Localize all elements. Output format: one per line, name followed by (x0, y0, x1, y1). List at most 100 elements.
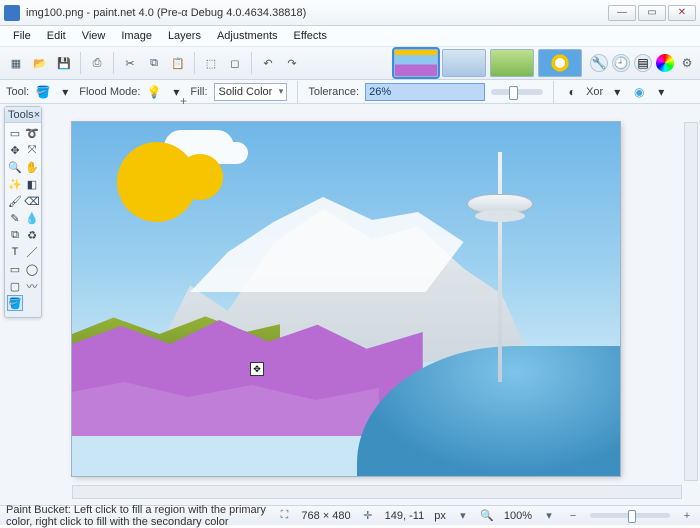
deselect-button[interactable]: ◻ (224, 52, 246, 74)
tool-pan[interactable]: ✋ (24, 159, 40, 175)
crop-button[interactable]: ⬚ (200, 52, 222, 74)
zoom-plus-icon[interactable]: + (680, 509, 694, 523)
tool-paintbrush[interactable]: 🖌 (7, 193, 23, 209)
thumb-4[interactable] (538, 49, 582, 77)
tool-text[interactable]: T (7, 244, 23, 260)
thumb-3[interactable] (490, 49, 534, 77)
canvas-sun (177, 154, 223, 200)
tool-eraser[interactable]: ⌫ (24, 193, 40, 209)
canvas[interactable]: ✥ (72, 122, 620, 476)
copy-button[interactable]: ⧉ (143, 52, 165, 74)
history-window-icon[interactable]: 🕘 (612, 54, 630, 72)
status-bar: Paint Bucket: Left click to fill a regio… (0, 505, 700, 525)
zoom-slider[interactable] (590, 513, 670, 518)
separator (553, 81, 554, 103)
crosshair-icon: + (180, 94, 187, 108)
canvas-space-needle (485, 152, 515, 382)
maximize-button[interactable]: ▭ (638, 5, 666, 21)
flood-mode-label: Flood Mode: (79, 86, 140, 98)
dropdown-icon[interactable]: ▾ (542, 509, 556, 523)
tools-panel-title: Tools (8, 109, 34, 121)
cut-button[interactable]: ✂ (119, 52, 141, 74)
separator (194, 52, 195, 74)
status-size: 768 × 480 (301, 510, 350, 522)
separator (113, 52, 114, 74)
tool-label: Tool: (6, 86, 29, 98)
size-icon: ⛶ (277, 509, 291, 523)
menu-effects[interactable]: Effects (287, 28, 334, 44)
tool-line[interactable]: ／ (24, 244, 40, 260)
horizontal-scrollbar[interactable] (72, 485, 682, 499)
menu-file[interactable]: File (6, 28, 38, 44)
tool-freeform[interactable]: 〰 (24, 278, 40, 294)
tools-panel-header[interactable]: Tools × (5, 107, 41, 123)
menu-view[interactable]: View (75, 28, 113, 44)
redo-button[interactable]: ↷ (281, 52, 303, 74)
window-title: img100.png - paint.net 4.0 (Pre-α Debug … (26, 7, 608, 19)
thumb-1[interactable] (394, 49, 438, 77)
zoom-out-icon[interactable]: 🔍 (480, 509, 494, 523)
flood-contiguous-icon[interactable]: 💡 (146, 84, 162, 100)
document-thumbnails (394, 49, 582, 77)
tolerance-label: Tolerance: (308, 86, 359, 98)
dropdown-icon[interactable]: ▾ (456, 509, 470, 523)
print-button[interactable]: ⎙ (86, 52, 108, 74)
minimize-button[interactable]: — (608, 5, 636, 21)
status-hint: Paint Bucket: Left click to fill a regio… (6, 504, 267, 528)
tools-window-icon[interactable]: 🔧 (590, 54, 608, 72)
workspace: Tools × ▭ ➰ ✥ ⤧ 🔍 ✋ ✨ ◧ 🖌 ⌫ ✎ 💧 ⧉ ♻ T ／ … (0, 104, 700, 505)
tool-lasso[interactable]: ➰ (24, 125, 40, 141)
tool-gradient[interactable]: ◧ (24, 176, 40, 192)
tool-rect-select[interactable]: ▭ (7, 125, 23, 141)
blend-mode-label: Xor (586, 86, 603, 98)
tool-clone[interactable]: ⧉ (7, 227, 23, 243)
tolerance-slider[interactable] (491, 89, 543, 95)
tool-paint-bucket[interactable]: 🪣 (7, 295, 23, 311)
new-button[interactable]: ▦ (5, 52, 27, 74)
dropdown-icon[interactable]: ▾ (609, 84, 625, 100)
tool-move[interactable]: ✥ (7, 142, 23, 158)
tool-options-bar: Tool: 🪣▾ Flood Mode: 💡▾ Fill: Solid Colo… (0, 80, 700, 104)
canvas-ground (72, 316, 620, 476)
tool-rounded-rect[interactable]: ▢ (7, 278, 23, 294)
tool-rectangle[interactable]: ▭ (7, 261, 23, 277)
tool-move-selection[interactable]: ⤧ (24, 142, 40, 158)
tool-magic-wand[interactable]: ✨ (7, 176, 23, 192)
dropdown-icon[interactable]: ▾ (57, 84, 73, 100)
status-cursor: 149, -11 (385, 510, 425, 522)
menu-bar: File Edit View Image Layers Adjustments … (0, 26, 700, 46)
separator (251, 52, 252, 74)
tools-panel[interactable]: Tools × ▭ ➰ ✥ ⤧ 🔍 ✋ ✨ ◧ 🖌 ⌫ ✎ 💧 ⧉ ♻ T ／ … (4, 106, 42, 318)
tool-color-picker[interactable]: 💧 (24, 210, 40, 226)
tool-ellipse[interactable]: ◯ (24, 261, 40, 277)
app-icon (4, 5, 20, 21)
sampling-icon[interactable]: ◉ (631, 84, 647, 100)
vertical-scrollbar[interactable] (684, 122, 698, 481)
separator (297, 81, 298, 103)
zoom-minus-icon[interactable]: − (566, 509, 580, 523)
paint-bucket-icon[interactable]: 🪣 (35, 84, 51, 100)
menu-layers[interactable]: Layers (161, 28, 208, 44)
tool-zoom[interactable]: 🔍 (7, 159, 23, 175)
colors-window-icon[interactable] (656, 54, 674, 72)
tolerance-input[interactable] (365, 83, 485, 101)
antialias-icon[interactable]: ◐ (564, 84, 580, 100)
paste-button[interactable]: 📋 (167, 52, 189, 74)
open-button[interactable]: 📂 (29, 52, 51, 74)
menu-adjustments[interactable]: Adjustments (210, 28, 285, 44)
settings-icon[interactable]: ⚙ (678, 54, 696, 72)
tool-pencil[interactable]: ✎ (7, 210, 23, 226)
fill-combo[interactable]: Solid Color (214, 83, 288, 101)
dropdown-icon[interactable]: ▾ (653, 84, 669, 100)
close-button[interactable]: ✕ (668, 5, 696, 21)
status-unit[interactable]: px (434, 510, 446, 522)
thumb-2[interactable] (442, 49, 486, 77)
menu-edit[interactable]: Edit (40, 28, 73, 44)
undo-button[interactable]: ↶ (257, 52, 279, 74)
close-icon[interactable]: × (34, 109, 40, 121)
layers-window-icon[interactable]: ▤ (634, 54, 652, 72)
menu-image[interactable]: Image (114, 28, 159, 44)
status-zoom[interactable]: 100% (504, 510, 532, 522)
save-button[interactable]: 💾 (53, 52, 75, 74)
tool-recolor[interactable]: ♻ (24, 227, 40, 243)
